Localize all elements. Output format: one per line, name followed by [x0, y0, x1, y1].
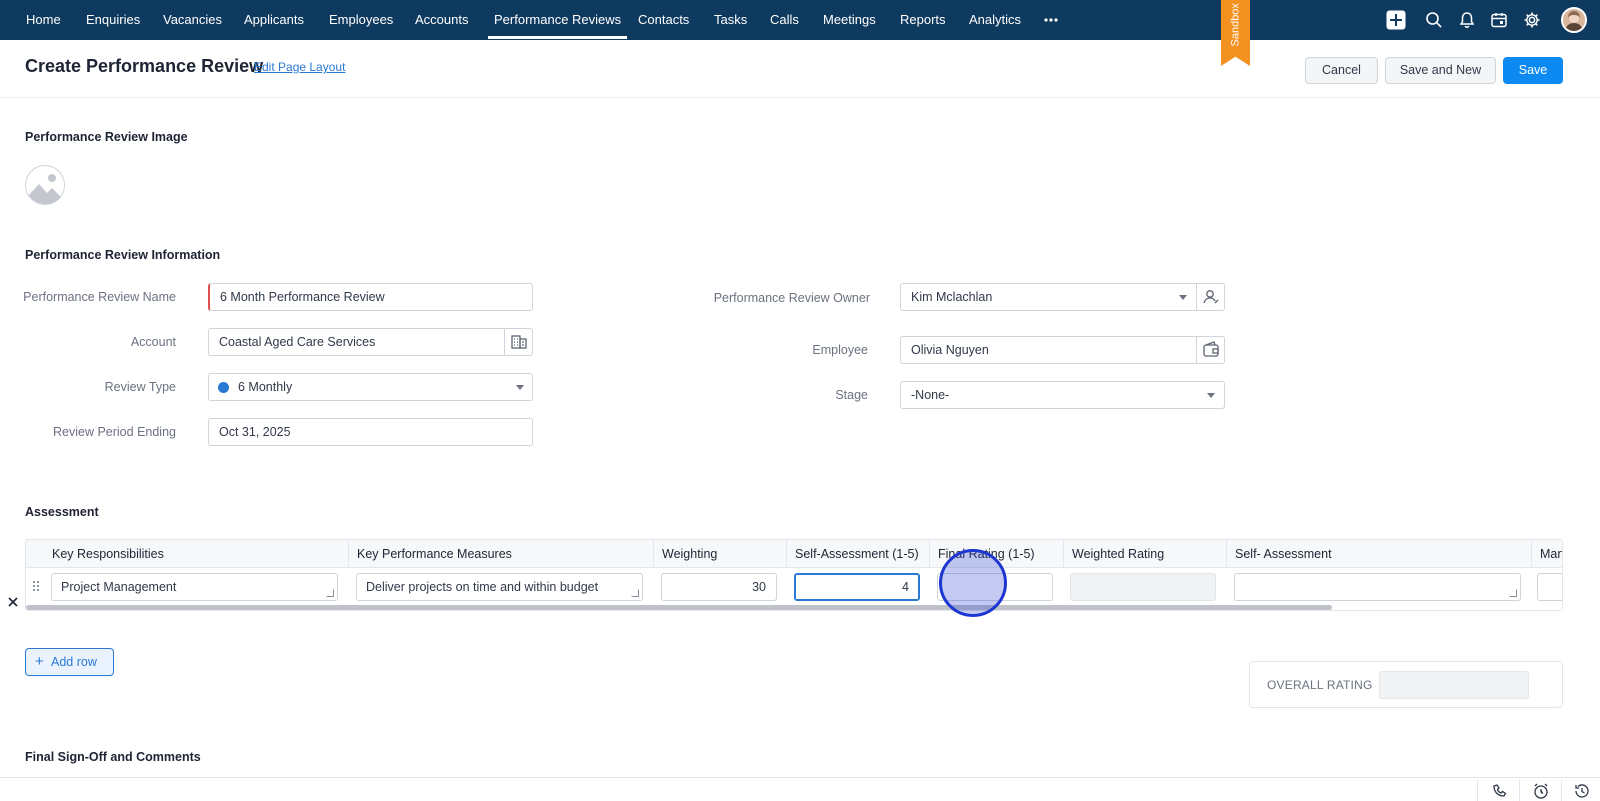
employee-label: Employee	[812, 343, 868, 357]
employee-lookup-wallet-icon[interactable]	[1196, 337, 1224, 363]
account-value: Coastal Aged Care Services	[219, 335, 376, 349]
review-name-label: Performance Review Name	[23, 290, 176, 304]
sandbox-label: Sandbox	[1229, 3, 1242, 47]
review-type-select[interactable]: 6 Monthly	[208, 373, 533, 401]
search-icon[interactable]	[1424, 10, 1444, 30]
nav-performance-reviews[interactable]: Performance Reviews	[487, 0, 628, 40]
weighted-rating-output	[1070, 573, 1216, 601]
table-horizontal-scrollbar[interactable]	[26, 605, 1332, 610]
key-measure-textarea[interactable]: Deliver projects on time and within budg…	[356, 573, 643, 601]
review-image-placeholder-icon[interactable]	[25, 165, 65, 205]
review-type-value: 6 Monthly	[238, 380, 293, 394]
save-and-new-button[interactable]: Save and New	[1385, 57, 1496, 84]
employee-value: Olivia Nguyen	[911, 343, 989, 357]
calendar-icon[interactable]	[1489, 10, 1509, 30]
overall-rating-output	[1379, 671, 1529, 699]
nav-accounts[interactable]: Accounts	[415, 0, 468, 40]
stage-select[interactable]: -None-	[900, 381, 1225, 409]
delete-row-close-icon[interactable]	[7, 596, 19, 608]
chevron-down-icon	[1179, 295, 1187, 300]
more-menu-icon[interactable]	[1043, 12, 1059, 28]
nav-contacts[interactable]: Contacts	[638, 0, 689, 40]
bell-icon[interactable]	[1457, 10, 1477, 30]
period-ending-date-input[interactable]: Oct 31, 2025	[208, 418, 533, 446]
assessment-table-header: Key Responsibilities Key Performance Mea…	[26, 540, 1562, 568]
cancel-button[interactable]: Cancel	[1305, 57, 1378, 84]
key-responsibility-textarea[interactable]: Project Management	[51, 573, 338, 601]
nav-enquiries[interactable]: Enquiries	[86, 0, 140, 40]
top-navigation-bar: Home Enquiries Vacancies Applicants Empl…	[0, 0, 1600, 66]
row-drag-handle-icon[interactable]	[32, 580, 40, 592]
nav-tasks[interactable]: Tasks	[714, 0, 747, 40]
resize-handle-icon[interactable]	[1509, 589, 1517, 597]
nav-applicants[interactable]: Applicants	[244, 0, 304, 40]
manager-input[interactable]	[1537, 573, 1562, 601]
account-lookup-building-icon[interactable]	[504, 329, 532, 355]
click-cursor-indicator	[939, 549, 1007, 617]
nav-meetings[interactable]: Meetings	[823, 0, 876, 40]
chevron-down-icon	[516, 385, 524, 390]
section-title-assessment: Assessment	[25, 505, 99, 519]
assessment-table: Key Responsibilities Key Performance Mea…	[25, 539, 1563, 611]
self-assessment-textarea[interactable]	[1234, 573, 1521, 601]
column-key-performance-measures: Key Performance Measures	[348, 540, 653, 568]
review-type-label: Review Type	[104, 380, 176, 394]
account-input[interactable]: Coastal Aged Care Services	[208, 328, 533, 356]
owner-user-lookup-icon[interactable]	[1196, 284, 1224, 310]
overall-rating-panel: OVERALL RATING	[1249, 661, 1563, 708]
key-measure-value: Deliver projects on time and within budg…	[366, 580, 599, 594]
header-divider	[0, 97, 1600, 98]
column-key-responsibilities: Key Responsibilities	[52, 547, 164, 561]
column-self-assessment-rating: Self-Assessment (1-5)	[786, 540, 929, 568]
call-log-icon[interactable]	[1477, 780, 1519, 801]
section-title-signoff: Final Sign-Off and Comments	[25, 750, 201, 764]
owner-select[interactable]: Kim Mclachlan	[900, 283, 1225, 311]
add-row-button[interactable]: + Add row	[25, 648, 114, 676]
save-button[interactable]: Save	[1503, 57, 1563, 84]
owner-value: Kim Mclachlan	[911, 290, 993, 304]
column-weighted-rating: Weighted Rating	[1063, 540, 1226, 568]
chevron-down-icon	[1207, 393, 1215, 398]
nav-reports[interactable]: Reports	[900, 0, 946, 40]
period-ending-label: Review Period Ending	[53, 425, 176, 439]
nav-employees[interactable]: Employees	[329, 0, 393, 40]
settings-gear-icon[interactable]	[1522, 10, 1542, 30]
key-responsibility-value: Project Management	[61, 580, 177, 594]
history-clock-icon[interactable]	[1561, 780, 1600, 801]
overall-rating-label: OVERALL RATING	[1267, 678, 1373, 692]
column-self-assessment: Self- Assessment	[1226, 540, 1531, 568]
resize-handle-icon[interactable]	[631, 589, 639, 597]
nav-analytics[interactable]: Analytics	[969, 0, 1021, 40]
nav-home[interactable]: Home	[26, 0, 61, 40]
review-type-color-dot	[218, 382, 229, 393]
nav-calls[interactable]: Calls	[770, 0, 799, 40]
column-manager: Mana	[1531, 540, 1562, 568]
weighting-input[interactable]: 30	[661, 573, 777, 601]
section-title-information: Performance Review Information	[25, 248, 221, 262]
resize-handle-icon[interactable]	[326, 589, 334, 597]
section-title-image: Performance Review Image	[25, 130, 188, 144]
user-avatar[interactable]	[1561, 7, 1587, 33]
self-assessment-rating-input[interactable]: 4	[794, 573, 920, 601]
plus-icon: +	[35, 653, 44, 670]
add-row-label: Add row	[51, 655, 97, 669]
bottom-toolbar	[0, 777, 1600, 801]
nav-vacancies[interactable]: Vacancies	[163, 0, 222, 40]
stage-value: -None-	[911, 388, 950, 402]
stage-label: Stage	[835, 388, 868, 402]
account-label: Account	[130, 335, 176, 349]
page-title: Create Performance Review	[25, 56, 264, 76]
owner-label: Performance Review Owner	[713, 291, 870, 305]
create-plus-icon[interactable]	[1386, 10, 1406, 30]
review-name-input[interactable]: 6 Month Performance Review	[208, 283, 533, 311]
column-weighting: Weighting	[653, 540, 786, 568]
employee-input[interactable]: Olivia Nguyen	[900, 336, 1225, 364]
sandbox-ribbon: Sandbox	[1221, 0, 1250, 66]
edit-page-layout-link[interactable]: Edit Page Layout	[254, 60, 345, 74]
alarm-clock-icon[interactable]	[1519, 780, 1561, 801]
